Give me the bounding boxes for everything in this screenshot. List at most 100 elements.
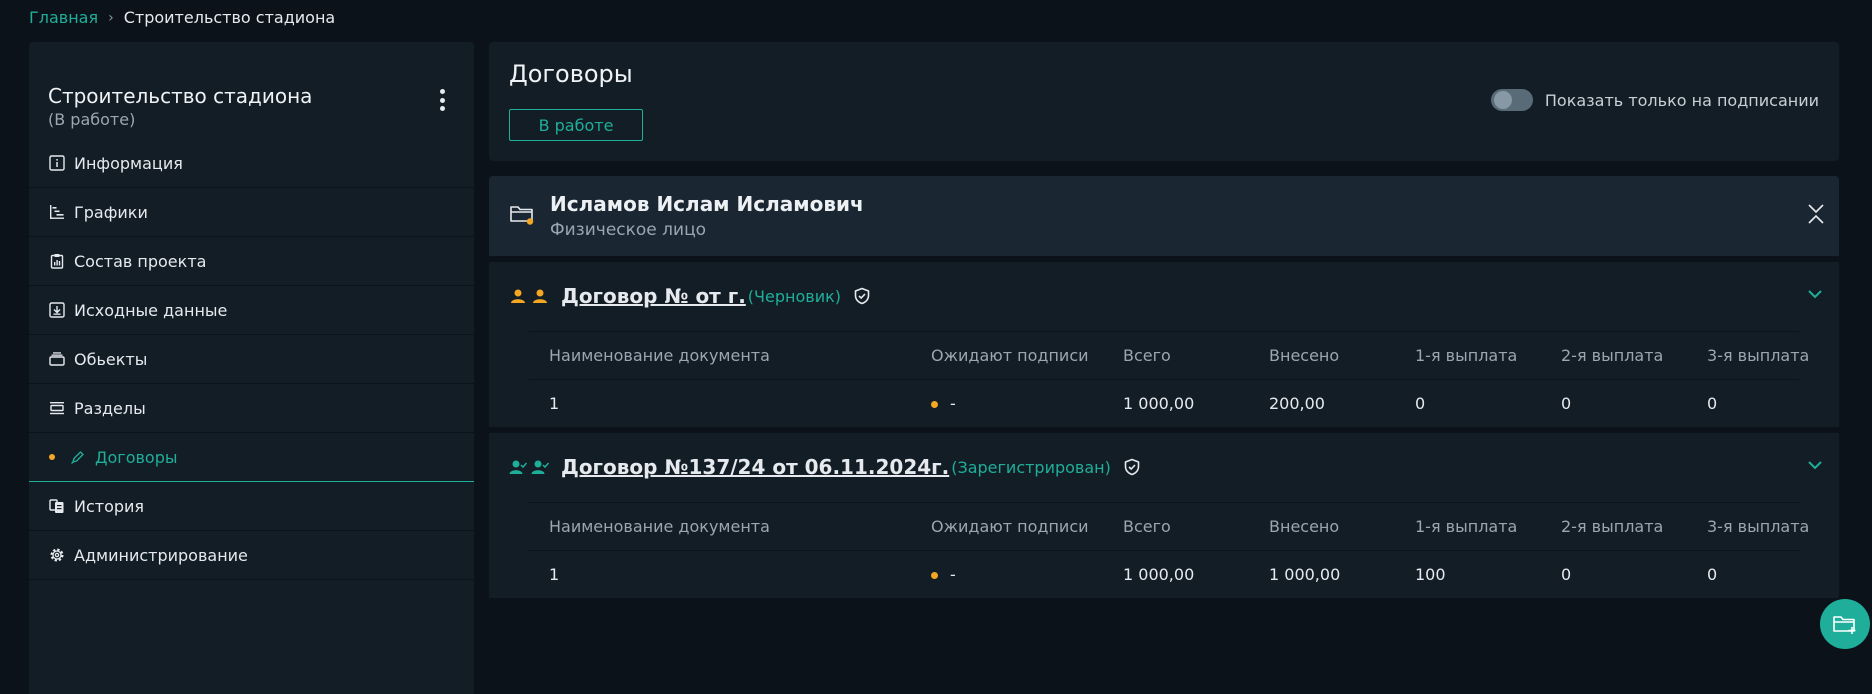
paid-cell: 200,00 bbox=[1269, 394, 1325, 413]
info-icon bbox=[48, 154, 66, 172]
sidebar-menu: Информация Графики Состав проекта Исходн… bbox=[29, 139, 474, 580]
column-header: Всего bbox=[1123, 517, 1171, 536]
breadcrumb-home-link[interactable]: Главная bbox=[29, 8, 98, 27]
column-header: 3-я выплата bbox=[1707, 517, 1810, 536]
table-row[interactable]: 1 - 1 000,00 1 000,00 100 0 0 bbox=[529, 550, 1799, 598]
contract-documents-table: Наименование документа Ожидают подписи В… bbox=[529, 502, 1810, 598]
payment-2-cell: 0 bbox=[1561, 565, 1572, 584]
gantt-icon bbox=[48, 203, 66, 221]
breadcrumb: Главная › Строительство стадиона bbox=[29, 8, 335, 27]
paid-cell: 1 000,00 bbox=[1269, 565, 1341, 584]
status-filter-button[interactable]: В работе bbox=[509, 109, 643, 141]
active-indicator-dot bbox=[49, 454, 55, 460]
signing-only-label: Показать только на подписании bbox=[1544, 90, 1819, 110]
pending-dot-icon bbox=[931, 401, 938, 408]
project-sidebar: Строительство стадиона (В работе) Информ… bbox=[29, 42, 474, 694]
sidebar-item-label: История bbox=[74, 496, 145, 516]
column-header: 1-я выплата bbox=[1415, 346, 1518, 365]
contract-status: (Зарегистрирован) bbox=[951, 457, 1111, 477]
folder-plus-icon bbox=[1833, 616, 1856, 634]
add-folder-button[interactable] bbox=[1820, 599, 1870, 649]
breadcrumb-current: Строительство стадиона bbox=[123, 8, 336, 27]
chevron-down-icon[interactable] bbox=[1807, 288, 1823, 300]
sidebar-item-label: Исходные данные bbox=[74, 300, 228, 320]
column-header: Внесено bbox=[1269, 517, 1340, 536]
folder-icon bbox=[510, 206, 534, 225]
sidebar-item-sections[interactable]: Разделы bbox=[29, 384, 474, 433]
person-check-icon bbox=[531, 460, 549, 474]
contract-title-link[interactable]: Договор № от г. bbox=[561, 284, 746, 308]
person-icon bbox=[511, 289, 525, 303]
sidebar-item-source-data[interactable]: Исходные данные bbox=[29, 286, 474, 335]
sidebar-item-label: Информация bbox=[74, 153, 183, 173]
person-icon bbox=[533, 289, 547, 303]
download-box-icon bbox=[48, 301, 66, 319]
column-header: 2-я выплата bbox=[1561, 346, 1664, 365]
contract-header: Договор № от г. (Черновик) bbox=[509, 284, 871, 308]
payment-1-cell: 0 bbox=[1415, 394, 1426, 413]
sidebar-item-contracts[interactable]: Договоры bbox=[29, 433, 474, 482]
collapse-icon[interactable] bbox=[1807, 203, 1825, 225]
sidebar-item-label: Графики bbox=[74, 202, 148, 222]
contracts-header: Договоры В работе Показать только на под… bbox=[489, 42, 1839, 161]
toggle-knob bbox=[1493, 91, 1512, 109]
payment-3-cell: 0 bbox=[1707, 394, 1718, 413]
awaiting-signature-cell: - bbox=[911, 394, 1103, 413]
project-status: (В работе) bbox=[48, 110, 136, 129]
contract-title-link[interactable]: Договор №137/24 от 06.11.2024г. bbox=[561, 455, 949, 479]
sidebar-item-label: Администрирование bbox=[74, 545, 248, 565]
column-header: 1-я выплата bbox=[1415, 517, 1518, 536]
more-options-icon[interactable] bbox=[439, 89, 445, 111]
table-header-row: Наименование документа Ожидают подписи В… bbox=[529, 331, 1810, 379]
chevron-right-icon: › bbox=[108, 9, 114, 26]
column-header: Наименование документа bbox=[549, 346, 770, 365]
document-name-cell: 1 bbox=[549, 565, 560, 584]
pen-icon bbox=[69, 448, 87, 466]
counterparty-card[interactable]: Исламов Ислам Исламович Физическое лицо bbox=[489, 176, 1839, 256]
column-header: Внесено bbox=[1269, 346, 1340, 365]
total-cell: 1 000,00 bbox=[1123, 565, 1195, 584]
gear-icon bbox=[48, 546, 66, 564]
signers-icons bbox=[509, 288, 549, 304]
contract-documents-table: Наименование документа Ожидают подписи В… bbox=[529, 331, 1810, 427]
sidebar-item-label: Договоры bbox=[95, 447, 178, 467]
document-name-cell: 1 bbox=[549, 394, 560, 413]
contract-status: (Черновик) bbox=[747, 286, 841, 306]
signing-only-toggle[interactable] bbox=[1490, 89, 1533, 111]
sidebar-item-label: Обьекты bbox=[74, 349, 148, 369]
sidebar-item-info[interactable]: Информация bbox=[29, 139, 474, 188]
contract-card: Договор № от г. (Черновик) Наименование … bbox=[489, 262, 1839, 427]
column-header: Ожидают подписи bbox=[931, 517, 1089, 536]
awaiting-signature-cell: - bbox=[911, 565, 1103, 584]
pending-dot-icon bbox=[931, 572, 938, 579]
shield-check-icon bbox=[854, 287, 870, 305]
total-cell: 1 000,00 bbox=[1123, 394, 1195, 413]
payment-3-cell: 0 bbox=[1707, 565, 1718, 584]
column-header: 3-я выплата bbox=[1707, 346, 1810, 365]
table-header-row: Наименование документа Ожидают подписи В… bbox=[529, 502, 1810, 550]
chevron-down-icon[interactable] bbox=[1807, 459, 1823, 471]
sidebar-item-objects[interactable]: Обьекты bbox=[29, 335, 474, 384]
payment-2-cell: 0 bbox=[1561, 394, 1572, 413]
project-header: Строительство стадиона (В работе) bbox=[29, 42, 474, 139]
column-header: Всего bbox=[1123, 346, 1171, 365]
counterparty-name: Исламов Ислам Исламович bbox=[550, 192, 864, 216]
project-title: Строительство стадиона bbox=[48, 84, 313, 108]
table-row[interactable]: 1 - 1 000,00 200,00 0 0 0 bbox=[529, 379, 1799, 427]
sidebar-item-administration[interactable]: Администрирование bbox=[29, 531, 474, 580]
sidebar-item-history[interactable]: История bbox=[29, 482, 474, 531]
sidebar-item-label: Состав проекта bbox=[74, 251, 207, 271]
page-title: Договоры bbox=[509, 60, 633, 88]
awaiting-value: - bbox=[950, 565, 956, 584]
person-check-icon bbox=[509, 460, 527, 474]
sections-icon bbox=[48, 399, 66, 417]
awaiting-value: - bbox=[950, 394, 956, 413]
contract-card: Договор №137/24 от 06.11.2024г. (Зарегис… bbox=[489, 433, 1839, 598]
layers-icon bbox=[48, 350, 66, 368]
sidebar-item-project-composition[interactable]: Состав проекта bbox=[29, 237, 474, 286]
payment-1-cell: 100 bbox=[1415, 565, 1446, 584]
shield-check-icon bbox=[1124, 458, 1140, 476]
sidebar-item-label: Разделы bbox=[74, 398, 146, 418]
sidebar-item-charts[interactable]: Графики bbox=[29, 188, 474, 237]
signers-icons bbox=[509, 459, 549, 475]
